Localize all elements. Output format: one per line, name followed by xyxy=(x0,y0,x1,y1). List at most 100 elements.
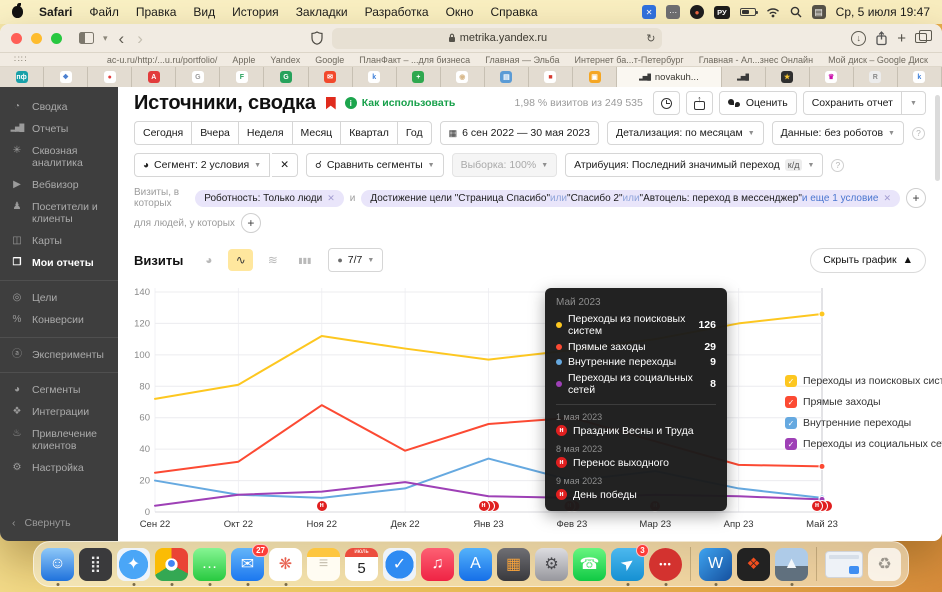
menu-item-7[interactable]: Окно xyxy=(446,5,474,19)
pie-chart-type-icon[interactable]: ◕ xyxy=(196,249,221,271)
tab-crown[interactable]: ♛ xyxy=(810,67,854,87)
sidebar-item-cross-analytics[interactable]: ✳Сквозная аналитика xyxy=(0,140,118,174)
dock-calendar[interactable]: июль5 xyxy=(345,548,378,581)
menu-item-6[interactable]: Разработка xyxy=(365,5,429,19)
sidebar-item-reports[interactable]: ▂▅█Отчеты xyxy=(0,118,118,140)
dock-trash[interactable]: ♻ xyxy=(868,548,901,581)
sidebar-item-settings[interactable]: ⚙Настройка xyxy=(0,457,118,479)
dock-safari[interactable]: ✦ xyxy=(117,548,150,581)
sidebar-item-maps[interactable]: ◫Карты xyxy=(0,230,118,252)
tab-novakuh[interactable]: ▂▅█novakuh... xyxy=(617,67,721,87)
minimize-window-button[interactable] xyxy=(31,33,42,44)
period-month-button[interactable]: Месяц xyxy=(292,121,341,145)
dock-whatsapp[interactable]: ☎ xyxy=(573,548,606,581)
app-status-icon[interactable]: ● xyxy=(690,5,704,19)
period-yesterday-button[interactable]: Вчера xyxy=(191,121,238,145)
bookmark-item-8[interactable]: Мой диск – Google Диск xyxy=(828,55,928,65)
segment-dropdown[interactable]: ◕Сегмент: 2 условия▼ xyxy=(134,153,270,177)
sampling-dropdown[interactable]: Выборка: 100%▼ xyxy=(452,153,558,177)
dock-launchpad[interactable]: ⣿ xyxy=(79,548,112,581)
tab-circle-tan[interactable]: ◉ xyxy=(441,67,485,87)
bookmark-item-2[interactable]: Yandex xyxy=(270,55,300,65)
chip-close-icon[interactable]: ✕ xyxy=(327,193,335,204)
data-mode-dropdown[interactable]: Данные: без роботов▼ xyxy=(772,121,904,145)
dock-finder[interactable]: ☺ xyxy=(41,548,74,581)
new-tab-button[interactable]: + xyxy=(897,30,906,47)
tab-g-green[interactable]: G xyxy=(264,67,308,87)
sidebar-item-my-reports[interactable]: ❐Мои отчеты xyxy=(0,252,118,274)
tab-chart[interactable]: ▂▅█ xyxy=(722,67,766,87)
dock-system-settings[interactable]: ⚙ xyxy=(535,548,568,581)
menu-item-0[interactable]: Safari xyxy=(39,5,72,19)
add-filter-button[interactable]: + xyxy=(906,188,926,208)
period-quarter-button[interactable]: Квартал xyxy=(340,121,397,145)
dock-graphics-app[interactable]: ▲ xyxy=(775,548,808,581)
tab-doc-blue[interactable]: ▤ xyxy=(485,67,529,87)
dock-word[interactable]: W xyxy=(699,548,732,581)
area-chart-type-icon[interactable]: ≋ xyxy=(260,249,285,271)
tab-star-dark[interactable]: ★ xyxy=(766,67,810,87)
tab-overview-icon[interactable] xyxy=(915,33,927,43)
tab-key-blue-2[interactable]: k xyxy=(898,67,942,87)
back-button[interactable]: ‹ xyxy=(117,30,127,47)
dock-things[interactable]: ✓ xyxy=(383,548,416,581)
attribution-dropdown[interactable]: Атрибуция: Последний значимый переходк/д… xyxy=(565,153,823,177)
add-people-filter-button[interactable]: + xyxy=(241,213,261,233)
save-report-dropdown[interactable]: ▼ xyxy=(902,91,926,115)
reload-icon[interactable]: ↻ xyxy=(646,32,655,45)
sidebar-item-experiments[interactable]: ⓐЭксперименты xyxy=(0,344,118,366)
wifi-icon[interactable] xyxy=(766,7,780,18)
detalization-dropdown[interactable]: Детализация: по месяцам▼ xyxy=(607,121,764,145)
period-today-button[interactable]: Сегодня xyxy=(134,121,191,145)
hide-chart-button[interactable]: Скрыть график▲ xyxy=(810,248,926,273)
legend-item-2[interactable]: ✓Внутренние переходы xyxy=(785,417,942,429)
sidebar-collapse-button[interactable]: ‹ Свернуть xyxy=(0,507,118,541)
menu-item-8[interactable]: Справка xyxy=(490,5,537,19)
tab-g-gray[interactable]: G xyxy=(176,67,220,87)
tab-pf[interactable]: пф xyxy=(0,67,44,87)
menu-item-4[interactable]: История xyxy=(232,5,279,19)
help-icon-2[interactable]: ? xyxy=(831,159,844,172)
sidebar-item-summary[interactable]: ◔Сводка xyxy=(0,96,118,118)
visits-chart[interactable]: 020406080100120140Сен 22Окт 22Ноя 22Дек … xyxy=(134,281,926,537)
bookmark-item-4[interactable]: ПланФакт – ...для бизнеса xyxy=(359,55,470,65)
rate-button[interactable]: Оценить xyxy=(719,91,797,115)
filter-chip-robots[interactable]: Роботность: Только люди✕ xyxy=(195,190,344,207)
goals-selector-dropdown[interactable]: ●7/7▼ xyxy=(328,248,383,272)
sidebar-item-acquisition[interactable]: ♨Привлечение клиентов xyxy=(0,423,118,457)
menu-item-5[interactable]: Закладки xyxy=(296,5,348,19)
more-menu-icon[interactable]: ⋯ xyxy=(666,5,680,19)
input-language-badge[interactable]: РУ xyxy=(714,6,730,19)
apple-menu-icon[interactable] xyxy=(12,6,23,18)
save-report-button[interactable]: Сохранить отчет xyxy=(803,91,902,115)
compare-segments-dropdown[interactable]: ☌Сравнить сегменты▼ xyxy=(306,153,444,177)
tab-key-blue[interactable]: k xyxy=(353,67,397,87)
dock-music[interactable]: ♫ xyxy=(421,548,454,581)
sidebar-item-conversions[interactable]: %Конверсии xyxy=(0,309,118,331)
close-window-button[interactable] xyxy=(11,33,22,44)
privacy-shield-icon[interactable] xyxy=(311,31,323,45)
scrollbar[interactable] xyxy=(935,95,940,181)
sidebar-item-integrations[interactable]: ❖Интеграции xyxy=(0,401,118,423)
legend-item-1[interactable]: ✓Прямые заходы xyxy=(785,396,942,408)
dock-mail[interactable]: ✉27 xyxy=(231,548,264,581)
dock-chrome[interactable]: ● xyxy=(155,548,188,581)
chip-close-icon[interactable]: ✕ xyxy=(883,193,891,204)
bookmark-item-7[interactable]: Главная - Ал...знес Онлайн xyxy=(699,55,813,65)
sidebar-item-webvisor[interactable]: ▶Вебвизор xyxy=(0,174,118,196)
export-button[interactable] xyxy=(686,91,713,115)
favorites-grid-icon[interactable]: ∷∷ xyxy=(14,54,27,65)
dock-photos[interactable]: ❋ xyxy=(269,548,302,581)
sidebar-chevron-icon[interactable]: ▾ xyxy=(103,33,108,44)
menu-item-3[interactable]: Вид xyxy=(193,5,215,19)
menu-item-1[interactable]: Файл xyxy=(89,5,119,19)
share-icon[interactable] xyxy=(875,31,888,46)
bookmark-icon[interactable] xyxy=(326,97,336,110)
dock-app-store[interactable]: A xyxy=(459,548,492,581)
bookmark-item-5[interactable]: Главная — Эльба xyxy=(485,55,559,65)
control-center-icon[interactable]: ▤ xyxy=(812,5,826,19)
date-range-button[interactable]: ▦6 сен 2022 — 30 мая 2023 xyxy=(440,121,599,145)
tab-f-green[interactable]: F xyxy=(220,67,264,87)
period-year-button[interactable]: Год xyxy=(397,121,432,145)
tab-mail[interactable]: ✉ xyxy=(309,67,353,87)
